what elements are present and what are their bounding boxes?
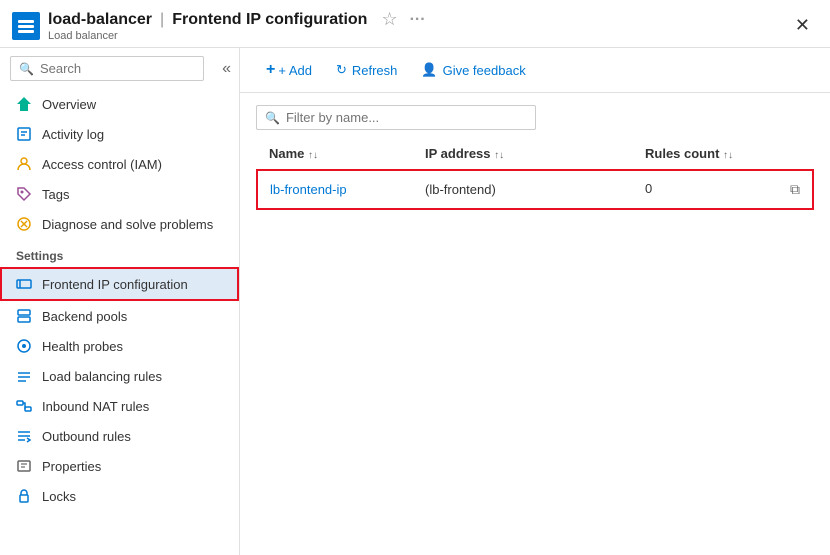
health-icon	[16, 338, 32, 354]
ip-address-value: (lb-frontend)	[425, 182, 496, 197]
title-bar: load-balancer | Frontend IP configuratio…	[0, 0, 830, 48]
collapse-sidebar-button[interactable]: «	[214, 60, 239, 78]
refresh-icon: ↻	[336, 62, 347, 78]
refresh-button[interactable]: ↻ Refresh	[326, 57, 407, 83]
title-main: load-balancer | Frontend IP configuratio…	[48, 9, 426, 30]
frontend-icon	[16, 276, 32, 292]
rules-count-value: 0	[645, 181, 652, 196]
page-name: Frontend IP configuration	[172, 11, 367, 29]
sidebar-item-overview[interactable]: Overview	[0, 89, 239, 119]
activity-icon	[16, 126, 32, 142]
add-label: + Add	[278, 63, 312, 78]
row-ip-cell: (lb-frontend)	[413, 170, 633, 209]
copy-icon[interactable]: ⧉	[790, 181, 800, 198]
overview-icon	[16, 96, 32, 112]
col-ip[interactable]: IP address ↑↓	[413, 138, 633, 170]
sidebar-item-frontend-ip[interactable]: Frontend IP configuration	[0, 267, 239, 301]
row-name-cell: lb-frontend-ip	[257, 170, 413, 209]
sidebar-label-nat-rules: Inbound NAT rules	[42, 399, 149, 414]
add-icon: +	[266, 61, 275, 79]
filter-input[interactable]	[286, 110, 527, 125]
search-box[interactable]: 🔍	[10, 56, 204, 81]
sidebar: 🔍 « Overview Activity log Access control…	[0, 48, 240, 555]
title-left: load-balancer | Frontend IP configuratio…	[12, 9, 426, 42]
title-text-block: load-balancer | Frontend IP configuratio…	[48, 9, 426, 42]
resource-type: Load balancer	[48, 30, 426, 42]
sidebar-item-diagnose[interactable]: Diagnose and solve problems	[0, 209, 239, 239]
sidebar-item-health-probes[interactable]: Health probes	[0, 331, 239, 361]
sidebar-label-backend-pools: Backend pools	[42, 309, 127, 324]
sidebar-label-frontend-ip: Frontend IP configuration	[42, 277, 188, 292]
sidebar-item-tags[interactable]: Tags	[0, 179, 239, 209]
table-area: Name ↑↓ IP address ↑↓ Rules count ↑↓	[240, 138, 830, 555]
settings-section-label: Settings	[0, 239, 239, 267]
more-icon[interactable]: ···	[410, 11, 426, 29]
sidebar-item-outbound-rules[interactable]: Outbound rules	[0, 421, 239, 451]
sort-ip-icon: ↑↓	[494, 150, 504, 161]
lbrules-icon	[16, 368, 32, 384]
refresh-label: Refresh	[352, 63, 398, 78]
filter-bar: 🔍	[240, 93, 830, 138]
sidebar-label-properties: Properties	[42, 459, 101, 474]
close-button[interactable]: ✕	[787, 11, 818, 40]
iam-icon	[16, 156, 32, 172]
sidebar-item-lb-rules[interactable]: Load balancing rules	[0, 361, 239, 391]
title-separator: |	[160, 11, 164, 29]
star-icon[interactable]: ☆	[381, 9, 397, 30]
toolbar: + + Add ↻ Refresh 👤 Give feedback	[240, 48, 830, 93]
sort-name-icon: ↑↓	[308, 150, 318, 161]
filter-icon: 🔍	[265, 111, 280, 125]
search-input[interactable]	[40, 61, 195, 76]
feedback-label: Give feedback	[443, 63, 526, 78]
sidebar-item-properties[interactable]: Properties	[0, 451, 239, 481]
diagnose-icon	[16, 216, 32, 232]
backend-icon	[16, 308, 32, 324]
row-rules-cell: 0 ⧉	[633, 170, 813, 209]
outbound-icon	[16, 428, 32, 444]
resource-icon	[12, 12, 40, 40]
sidebar-label-tags: Tags	[42, 187, 69, 202]
main-layout: 🔍 « Overview Activity log Access control…	[0, 48, 830, 555]
frontend-ip-table: Name ↑↓ IP address ↑↓ Rules count ↑↓	[256, 138, 814, 210]
sidebar-label-outbound-rules: Outbound rules	[42, 429, 131, 444]
sidebar-label-locks: Locks	[42, 489, 76, 504]
sidebar-label-health-probes: Health probes	[42, 339, 123, 354]
filter-input-wrap[interactable]: 🔍	[256, 105, 536, 130]
sidebar-item-iam[interactable]: Access control (IAM)	[0, 149, 239, 179]
sidebar-label-activity-log: Activity log	[42, 127, 104, 142]
sidebar-label-overview: Overview	[42, 97, 96, 112]
sort-rules-icon: ↑↓	[723, 150, 733, 161]
search-icon: 🔍	[19, 62, 34, 76]
sidebar-item-locks[interactable]: Locks	[0, 481, 239, 511]
natrules-icon	[16, 398, 32, 414]
feedback-button[interactable]: 👤 Give feedback	[411, 57, 535, 83]
frontend-ip-link[interactable]: lb-frontend-ip	[270, 182, 347, 197]
sidebar-item-nat-rules[interactable]: Inbound NAT rules	[0, 391, 239, 421]
table-row: lb-frontend-ip (lb-frontend) 0 ⧉	[257, 170, 813, 209]
table-header-row: Name ↑↓ IP address ↑↓ Rules count ↑↓	[257, 138, 813, 170]
content-area: + + Add ↻ Refresh 👤 Give feedback 🔍	[240, 48, 830, 555]
sidebar-item-activity-log[interactable]: Activity log	[0, 119, 239, 149]
sidebar-item-backend-pools[interactable]: Backend pools	[0, 301, 239, 331]
col-rules[interactable]: Rules count ↑↓	[633, 138, 813, 170]
locks-icon	[16, 488, 32, 504]
add-button[interactable]: + + Add	[256, 56, 322, 84]
sidebar-label-lb-rules: Load balancing rules	[42, 369, 162, 384]
sidebar-label-iam: Access control (IAM)	[42, 157, 162, 172]
sidebar-label-diagnose: Diagnose and solve problems	[42, 217, 213, 232]
tags-icon	[16, 186, 32, 202]
feedback-icon: 👤	[421, 62, 437, 78]
col-name[interactable]: Name ↑↓	[257, 138, 413, 170]
properties-icon	[16, 458, 32, 474]
resource-name: load-balancer	[48, 11, 152, 29]
